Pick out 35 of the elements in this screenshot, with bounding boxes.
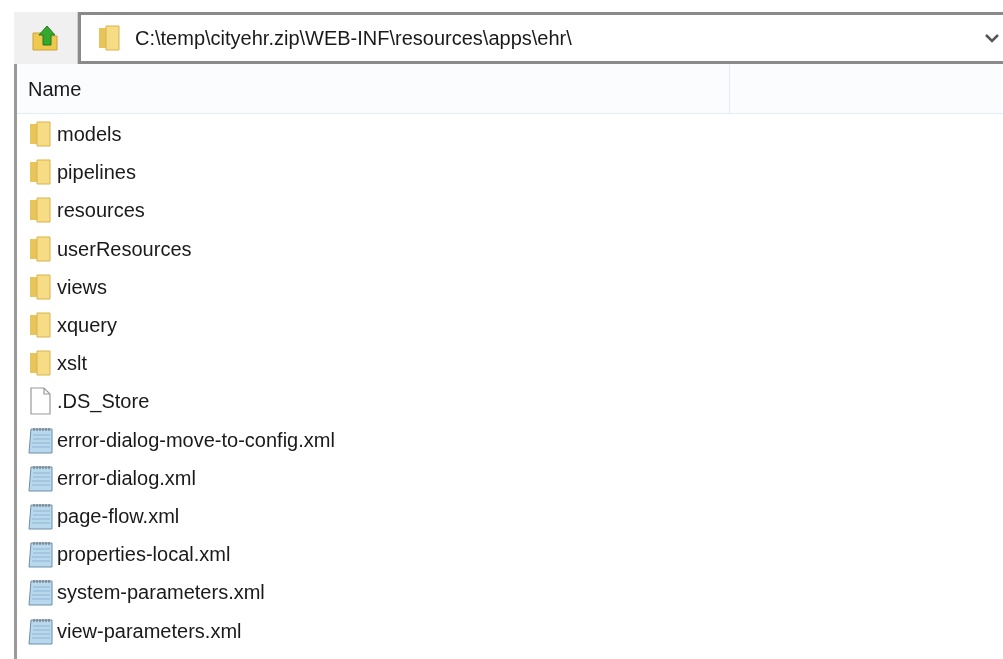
file-list-item[interactable]: models <box>17 115 1003 154</box>
file-list-item[interactable]: error-dialog.xml <box>17 458 1003 497</box>
file-list-item[interactable]: view-parameters.xml <box>17 611 1003 650</box>
file-list-item[interactable]: page-flow.xml <box>17 496 1003 536</box>
folder-icon <box>28 159 52 186</box>
notepad-icon <box>26 616 54 645</box>
address-path: C:\temp\cityehr.zip\WEB-INF\resources\apps\ehr\ <box>135 26 572 51</box>
file-list-item[interactable]: xquery <box>17 305 1003 345</box>
file-list-item[interactable]: error-dialog-move-to-config.xml <box>17 420 1003 459</box>
notepad-icon <box>26 425 54 454</box>
notepad-icon <box>26 463 54 492</box>
notepad-icon <box>26 501 54 530</box>
folder-icon <box>28 312 52 339</box>
up-folder-button[interactable] <box>14 12 78 64</box>
address-bar[interactable]: C:\temp\cityehr.zip\WEB-INF\resources\apps\ehr\ <box>78 12 1003 64</box>
folder-icon <box>28 121 52 148</box>
file-list-item[interactable]: userResources <box>17 229 1003 268</box>
notepad-icon <box>26 540 54 569</box>
up-folder-icon <box>30 23 61 53</box>
file-list-item[interactable]: system-parameters.xml <box>17 573 1003 612</box>
file-list-item[interactable]: views <box>17 267 1003 306</box>
file-list-item[interactable]: resources <box>17 191 1003 230</box>
folder-icon <box>28 350 52 377</box>
dropdown-icon[interactable] <box>985 33 999 43</box>
folder-icon <box>28 273 52 300</box>
file-list-item[interactable]: xslt <box>17 344 1003 383</box>
file-list-item[interactable]: .DS_Store <box>17 382 1003 421</box>
folder-icon <box>28 235 52 262</box>
file-icon <box>28 387 52 416</box>
notepad-icon <box>26 578 54 607</box>
folder-icon <box>28 197 52 224</box>
file-list-item[interactable]: properties-local.xml <box>17 535 1003 574</box>
folder-icon <box>97 25 121 51</box>
file-list-item[interactable]: pipelines <box>17 153 1003 192</box>
column-header[interactable]: Name <box>17 64 730 113</box>
